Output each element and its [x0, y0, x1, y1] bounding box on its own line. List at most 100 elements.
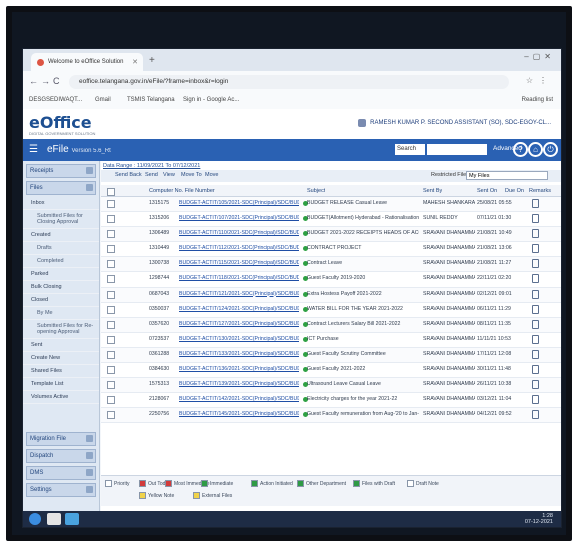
- reading-list[interactable]: Reading list: [522, 97, 553, 103]
- expand-icon[interactable]: [86, 167, 93, 174]
- hamburger-menu-icon[interactable]: ☰: [29, 144, 38, 155]
- row-checkbox[interactable]: [107, 335, 115, 344]
- table-row[interactable]: 0361288 BUDGET-ACTIT/133/2021-SDC(Princip…: [101, 347, 561, 364]
- bookmark-item[interactable]: Sign in - Google Ac...: [183, 97, 239, 103]
- remarks-icon[interactable]: [532, 410, 539, 420]
- expand-icon[interactable]: [86, 486, 93, 493]
- row-checkbox[interactable]: [107, 381, 115, 390]
- send-back-button[interactable]: Send Back: [115, 172, 142, 178]
- row-checkbox[interactable]: [107, 275, 115, 284]
- row-checkbox[interactable]: [107, 366, 115, 375]
- file-number-link[interactable]: BUDGET-ACTIT/142/2021-SDC(Principal)/SDC…: [179, 396, 299, 402]
- browser-tab[interactable]: Welcome to eOffice Solution ✕: [31, 53, 143, 71]
- row-checkbox[interactable]: [107, 200, 115, 208]
- file-number-link[interactable]: BUDGET-ACTIT/145/2021-SDC(Principal)/SDC…: [179, 411, 299, 417]
- sidebar-section-dispatch[interactable]: Dispatch: [26, 449, 96, 463]
- table-row[interactable]: 0384630 BUDGET-ACTIT/136/2021-SDC(Princip…: [101, 363, 561, 379]
- remarks-icon[interactable]: [532, 289, 539, 299]
- send-button[interactable]: Send: [145, 172, 158, 178]
- file-number-link[interactable]: BUDGET-ACTIT/105/2021-SDC(Principal)/SDC…: [179, 200, 299, 206]
- col-header-remarks[interactable]: Remarks: [529, 188, 551, 194]
- url-field[interactable]: eoffice.telangana.gov.in/eFile/?frame=in…: [69, 75, 509, 89]
- col-header-sent-on[interactable]: Sent On: [477, 188, 497, 194]
- remarks-icon[interactable]: [532, 274, 539, 284]
- start-button[interactable]: [29, 513, 41, 525]
- search-input[interactable]: [427, 144, 487, 155]
- date-range-link[interactable]: Data Range : 11/09/2021 To 07/12/2021: [103, 163, 200, 169]
- table-row[interactable]: 0357620 BUDGET-ACTIT/127/2021-SDC(Princip…: [101, 317, 561, 333]
- remarks-icon[interactable]: [532, 334, 539, 344]
- table-row[interactable]: 1300738 BUDGET-ACTIT/115/2021-SDC(Princip…: [101, 257, 561, 273]
- home-icon[interactable]: ⌂: [528, 142, 543, 157]
- row-checkbox[interactable]: [107, 350, 115, 359]
- new-tab-icon[interactable]: +: [149, 55, 155, 66]
- sidebar-section-migration[interactable]: Migration File: [26, 432, 96, 446]
- file-number-link[interactable]: BUDGET-ACTIT/110/2021-SDC(Principal)/SDC…: [179, 230, 299, 236]
- remarks-icon[interactable]: [532, 304, 539, 314]
- file-number-link[interactable]: BUDGET-ACTIT/124/2021-SDC(Principal)/SDC…: [179, 306, 299, 312]
- col-header-due-on[interactable]: Due On: [505, 188, 524, 194]
- chrome-taskbar-icon[interactable]: [47, 513, 61, 525]
- file-number-link[interactable]: BUDGET-ACTIT/118/2021-SDC(Principal)/SDC…: [179, 275, 299, 281]
- sidebar-item[interactable]: Drafts: [23, 242, 99, 255]
- sidebar-item[interactable]: Sent: [23, 339, 99, 352]
- remarks-icon[interactable]: [532, 395, 539, 405]
- forward-icon[interactable]: →: [41, 76, 50, 86]
- table-row[interactable]: 1298744 BUDGET-ACTIT/118/2021-SDC(Princip…: [101, 272, 561, 288]
- remarks-icon[interactable]: [532, 214, 539, 224]
- sidebar-item[interactable]: Inbox: [23, 197, 99, 210]
- expand-icon[interactable]: [86, 469, 93, 476]
- sidebar-item[interactable]: Create New: [23, 352, 99, 365]
- remarks-icon[interactable]: [532, 244, 539, 254]
- row-checkbox[interactable]: [107, 245, 115, 254]
- bookmark-item[interactable]: TSMIS Telangana: [127, 97, 175, 103]
- help-icon[interactable]: ?: [513, 142, 528, 157]
- col-header-subject[interactable]: Subject: [307, 188, 325, 194]
- file-number-link[interactable]: BUDGET-ACTIT/127/2021-SDC(Principal)/SDC…: [179, 321, 299, 327]
- row-checkbox[interactable]: [107, 305, 115, 314]
- remarks-icon[interactable]: [532, 319, 539, 329]
- sidebar-item[interactable]: Volumes Active: [23, 391, 99, 404]
- bookmark-item[interactable]: Gmail: [95, 97, 111, 103]
- sidebar-item[interactable]: Submitted Files for Closing Approval: [23, 210, 99, 229]
- row-checkbox[interactable]: [107, 260, 115, 269]
- row-checkbox[interactable]: [107, 290, 115, 299]
- col-header-sent-by[interactable]: Sent By: [423, 188, 442, 194]
- table-row[interactable]: 1310449 BUDGET-ACTIT/112/2021-SDC(Princip…: [101, 242, 561, 258]
- window-controls[interactable]: –▢✕: [524, 52, 555, 61]
- table-row[interactable]: 1315206 BUDGET-ACTIT/107/2021-SDC(Princip…: [101, 212, 561, 228]
- table-row[interactable]: 0350037 BUDGET-ACTIT/124/2021-SDC(Princip…: [101, 303, 561, 318]
- sidebar-item[interactable]: Completed: [23, 255, 99, 268]
- browser-action-icons[interactable]: ☆⋮: [526, 76, 553, 85]
- sidebar-item[interactable]: Created: [23, 229, 99, 242]
- sidebar-item[interactable]: Closed: [23, 294, 99, 307]
- sidebar-section-dms[interactable]: DMS: [26, 466, 96, 480]
- file-number-link[interactable]: BUDGET-ACTIT/107/2021-SDC(Principal)/SDC…: [179, 215, 299, 221]
- user-menu[interactable]: RAMESH KUMAR P. SECOND ASSISTANT (SO), S…: [358, 119, 551, 127]
- restricted-files-select[interactable]: My Files: [466, 171, 548, 180]
- move-button[interactable]: Move: [205, 172, 218, 178]
- file-number-link[interactable]: BUDGET-ACTIT/139/2021-SDC(Principal)/SDC…: [179, 381, 299, 387]
- sidebar-item[interactable]: Submitted Files for Re-opening Approval: [23, 320, 99, 339]
- file-number-link[interactable]: BUDGET-ACTIT/130/2021-SDC(Principal)/SDC…: [179, 336, 299, 342]
- file-number-link[interactable]: BUDGET-ACTIT/133/2021-SDC(Principal)/SDC…: [179, 351, 299, 357]
- expand-icon[interactable]: [86, 452, 93, 459]
- view-button[interactable]: View: [163, 172, 175, 178]
- back-icon[interactable]: ←: [29, 76, 38, 86]
- sidebar-item[interactable]: Parked: [23, 268, 99, 281]
- reload-icon[interactable]: C: [53, 76, 60, 86]
- select-all-checkbox[interactable]: [107, 188, 115, 196]
- file-number-link[interactable]: BUDGET-ACTIT/115/2021-SDC(Principal)/SDC…: [179, 260, 299, 266]
- file-number-link[interactable]: BUDGET-ACTIT/112/2021-SDC(Principal)/SDC…: [179, 245, 299, 251]
- app-taskbar-icon[interactable]: [65, 513, 79, 525]
- sidebar-item[interactable]: Shared Files: [23, 365, 99, 378]
- remarks-icon[interactable]: [532, 380, 539, 390]
- sidebar-item[interactable]: Bulk Closing: [23, 281, 99, 294]
- move-to-button[interactable]: Move To: [181, 172, 202, 178]
- files-section[interactable]: Files: [26, 181, 96, 195]
- close-icon[interactable]: ✕: [132, 58, 138, 66]
- sidebar-item[interactable]: Template List: [23, 378, 99, 391]
- search-type-select[interactable]: Search: [395, 144, 425, 155]
- bookmark-item[interactable]: DESGSEDIWAQT...: [29, 97, 82, 103]
- table-row[interactable]: 0723537 BUDGET-ACTIT/130/2021-SDC(Princip…: [101, 333, 561, 348]
